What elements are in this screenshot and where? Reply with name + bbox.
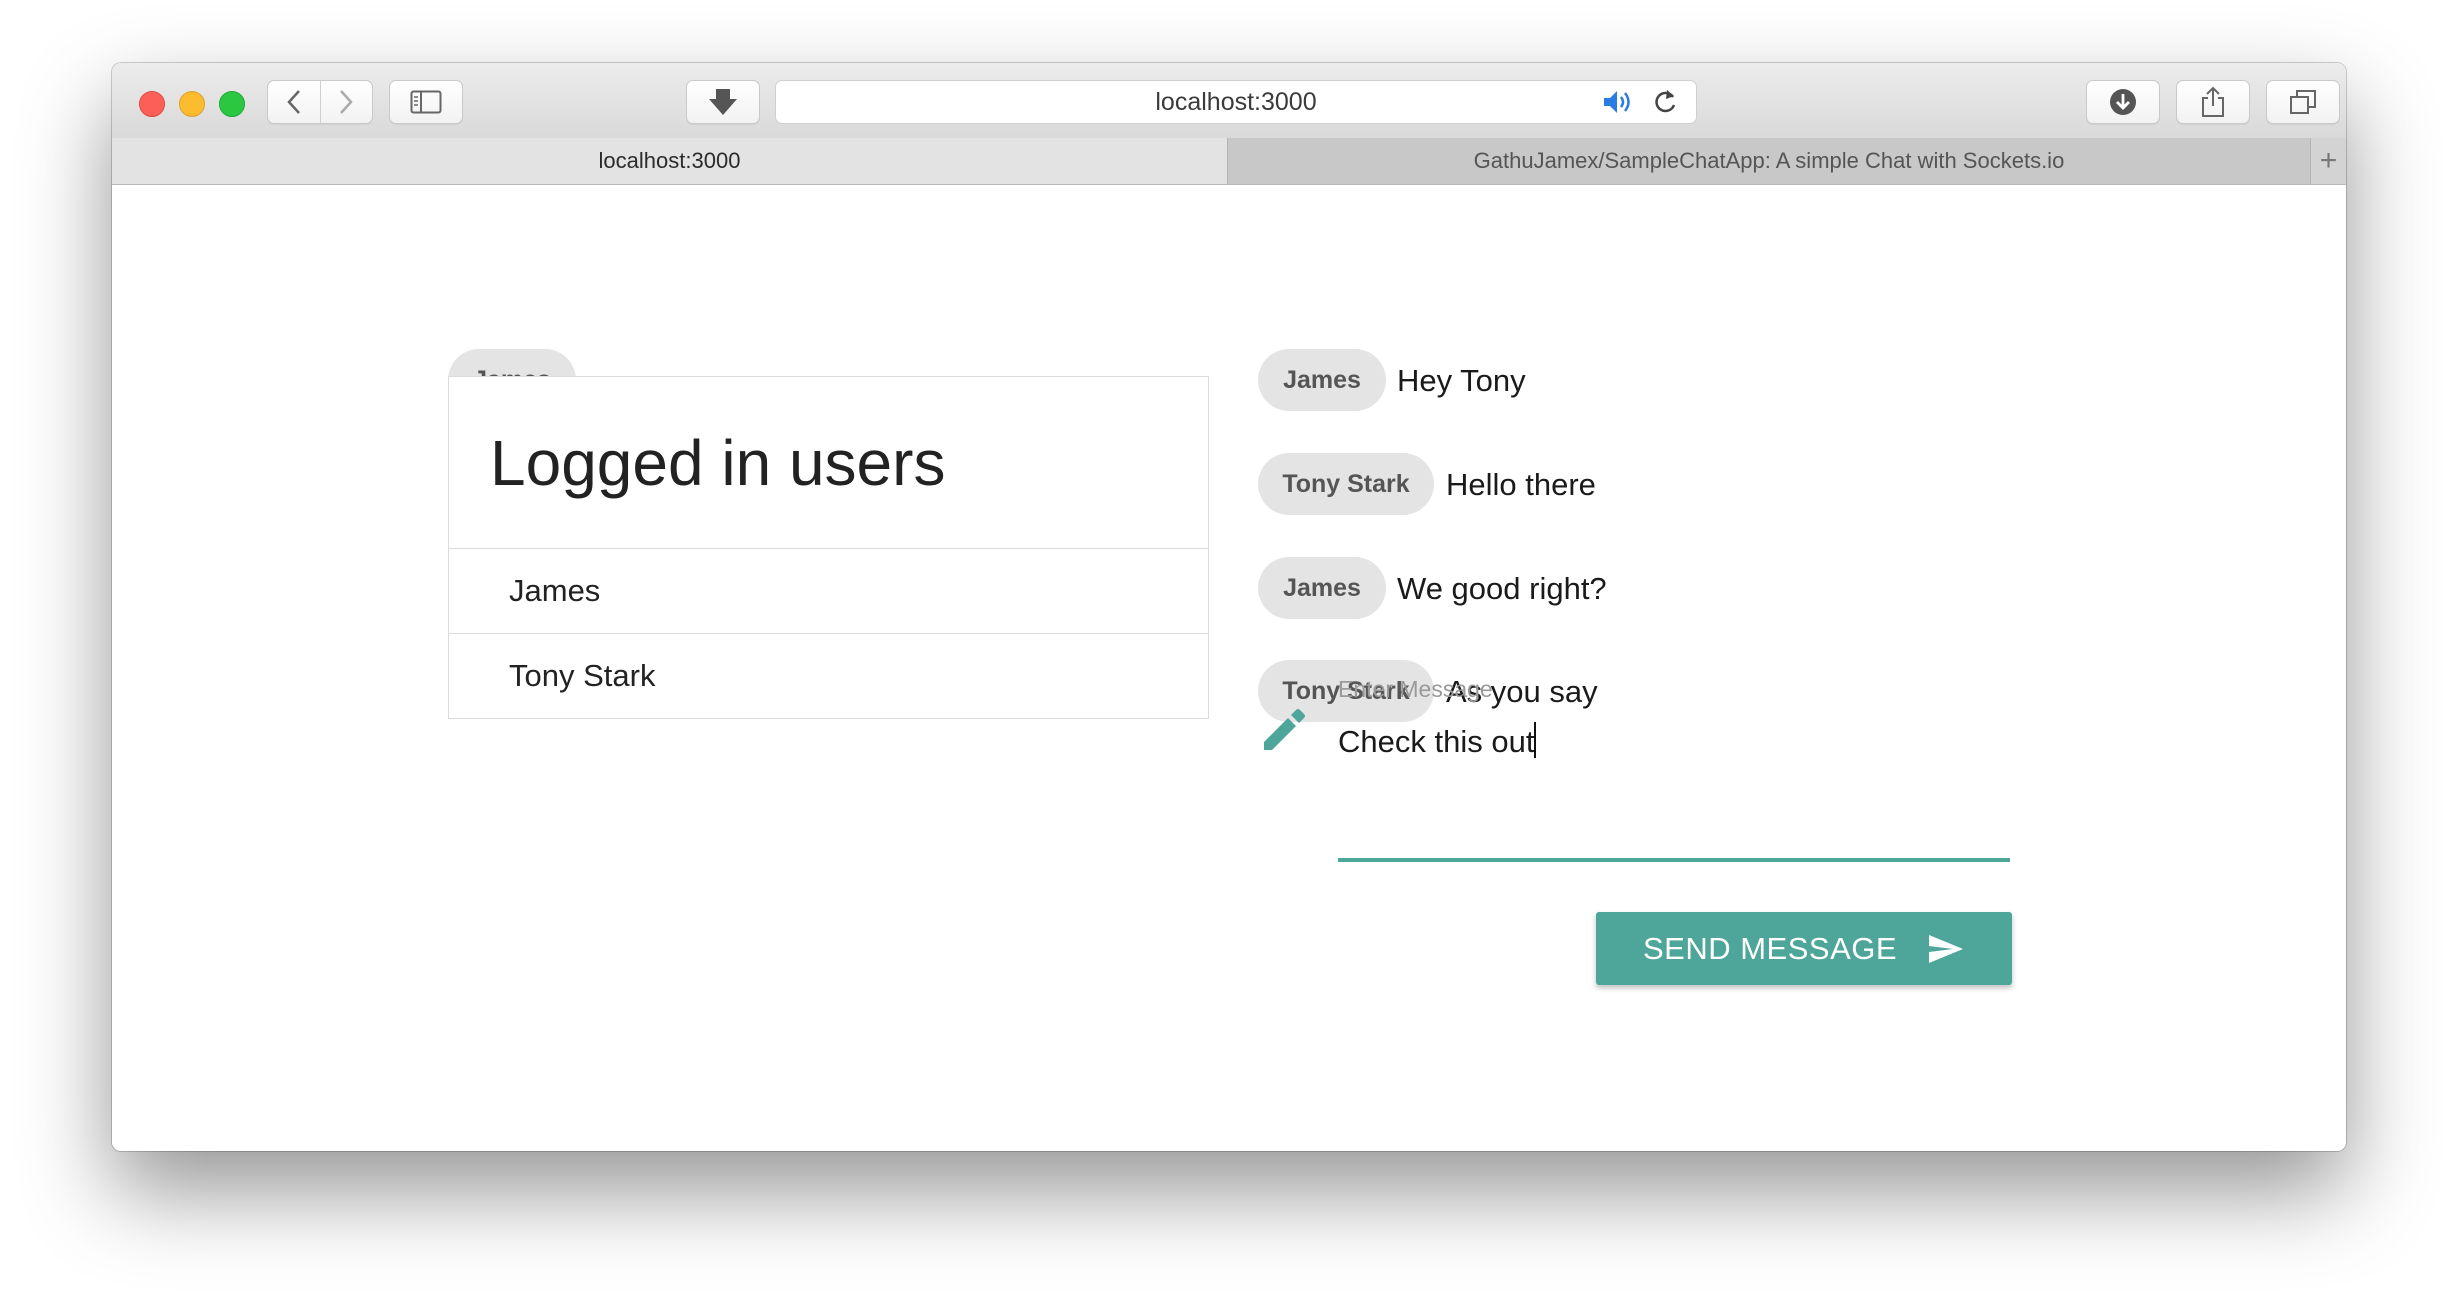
- send-icon: [1929, 934, 1964, 963]
- extension-button[interactable]: [686, 80, 760, 124]
- browser-toolbar: localhost:3000: [112, 63, 2346, 139]
- browser-window: localhost:3000 localhost:3000 GathuJamex…: [112, 63, 2346, 1151]
- tabs-icon: [2290, 90, 2316, 114]
- message-author-chip: James: [1258, 349, 1386, 411]
- tab-github[interactable]: GathuJamex/SampleChatApp: A simple Chat …: [1228, 138, 2311, 184]
- downloads-icon: [2110, 89, 2136, 115]
- back-icon: [287, 90, 300, 114]
- user-list-item: Tony Stark: [449, 633, 1208, 717]
- share-icon: [2202, 86, 2224, 117]
- forward-button[interactable]: [320, 81, 372, 123]
- tab-label: localhost:3000: [598, 148, 741, 173]
- sidebar-icon: [410, 90, 442, 114]
- send-button-label: SEND MESSAGE: [1642, 930, 1898, 966]
- share-button[interactable]: [2176, 80, 2250, 124]
- new-tab-button[interactable]: +: [2311, 138, 2346, 184]
- message-author-chip: Tony Stark: [1258, 453, 1434, 515]
- chat-page: James Logged in users James Tony Stark J…: [112, 185, 2346, 1151]
- download-arrow-icon: [709, 89, 737, 115]
- user-list-item: James: [509, 573, 601, 608]
- forward-icon: [340, 90, 353, 114]
- message-input[interactable]: Check this out: [1338, 722, 1537, 760]
- tab-strip: localhost:3000 GathuJamex/SampleChatApp:…: [112, 138, 2346, 185]
- message-author: James: [1283, 365, 1361, 394]
- url-text: localhost:3000: [1155, 87, 1317, 116]
- message-author-chip: James: [1258, 557, 1386, 619]
- send-message-button[interactable]: SEND MESSAGE: [1596, 912, 2012, 985]
- users-title: Logged in users: [449, 377, 1208, 549]
- minimize-window-button[interactable]: [179, 91, 205, 117]
- plus-icon: +: [2319, 144, 2338, 177]
- tab-localhost[interactable]: localhost:3000: [112, 138, 1228, 184]
- text-caret: [1534, 722, 1537, 758]
- maximize-window-button[interactable]: [219, 91, 245, 117]
- reload-icon[interactable]: [1652, 88, 1678, 116]
- message-author: Tony Stark: [1282, 469, 1410, 498]
- speaker-icon[interactable]: [1602, 88, 1636, 116]
- close-window-button[interactable]: [139, 91, 165, 117]
- message-input-value: Check this out: [1338, 724, 1535, 759]
- message-input-label: Enter Message: [1338, 676, 1493, 702]
- sidebar-toggle-button[interactable]: [389, 80, 463, 124]
- logged-in-users-card: Logged in users James Tony Stark: [448, 376, 1209, 719]
- message-text: We good right?: [1397, 571, 1607, 606]
- navigation-buttons: [267, 80, 373, 124]
- message-text: Hey Tony: [1397, 363, 1526, 398]
- message-author: James: [1283, 573, 1361, 602]
- back-button[interactable]: [268, 81, 320, 123]
- pencil-icon: [1256, 704, 1310, 763]
- message-text: Hello there: [1446, 467, 1596, 502]
- message-input-underline: [1338, 858, 2010, 862]
- tab-label: GathuJamex/SampleChatApp: A simple Chat …: [1473, 148, 2065, 173]
- downloads-button[interactable]: [2086, 80, 2160, 124]
- tab-overview-button[interactable]: [2266, 80, 2340, 124]
- address-bar[interactable]: localhost:3000: [775, 80, 1697, 124]
